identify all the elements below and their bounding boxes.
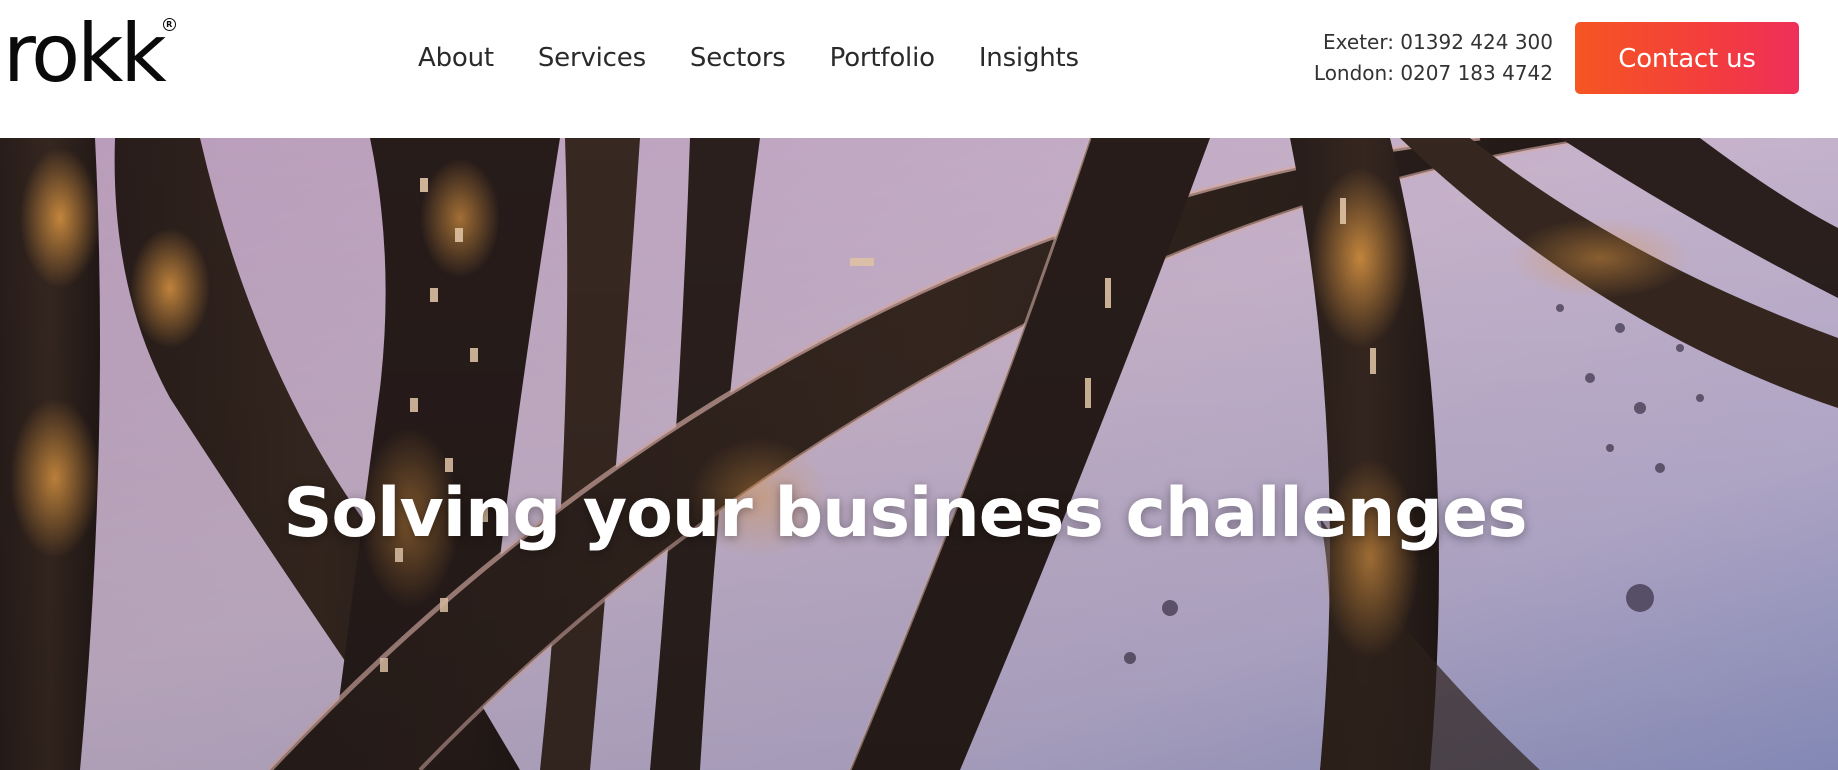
nav-link-services[interactable]: Services	[538, 38, 646, 78]
site-header: rokk R About Services Sectors Portfolio …	[0, 0, 1838, 138]
hero-section: Solving your business challenges	[0, 138, 1838, 770]
phone-numbers: Exeter: 01392 424 300 London: 0207 183 4…	[1314, 27, 1553, 89]
logo-wordmark: rokk	[3, 7, 167, 100]
contact-us-button[interactable]: Contact us	[1575, 22, 1799, 94]
nav-link-about[interactable]: About	[418, 38, 494, 78]
rokk-logo[interactable]: rokk R	[3, 6, 176, 102]
phone-london[interactable]: London: 0207 183 4742	[1314, 58, 1553, 89]
hero-title: Solving your business challenges	[283, 473, 1527, 553]
main-navigation: About Services Sectors Portfolio Insight…	[418, 38, 1123, 78]
phone-exeter[interactable]: Exeter: 01392 424 300	[1314, 27, 1553, 58]
registered-trademark-icon: R	[162, 18, 176, 31]
nav-link-portfolio[interactable]: Portfolio	[830, 38, 935, 78]
hero-background-image	[0, 138, 1838, 770]
nav-link-insights[interactable]: Insights	[979, 38, 1079, 78]
page: rokk R About Services Sectors Portfolio …	[0, 0, 1838, 770]
nav-link-sectors[interactable]: Sectors	[690, 38, 786, 78]
